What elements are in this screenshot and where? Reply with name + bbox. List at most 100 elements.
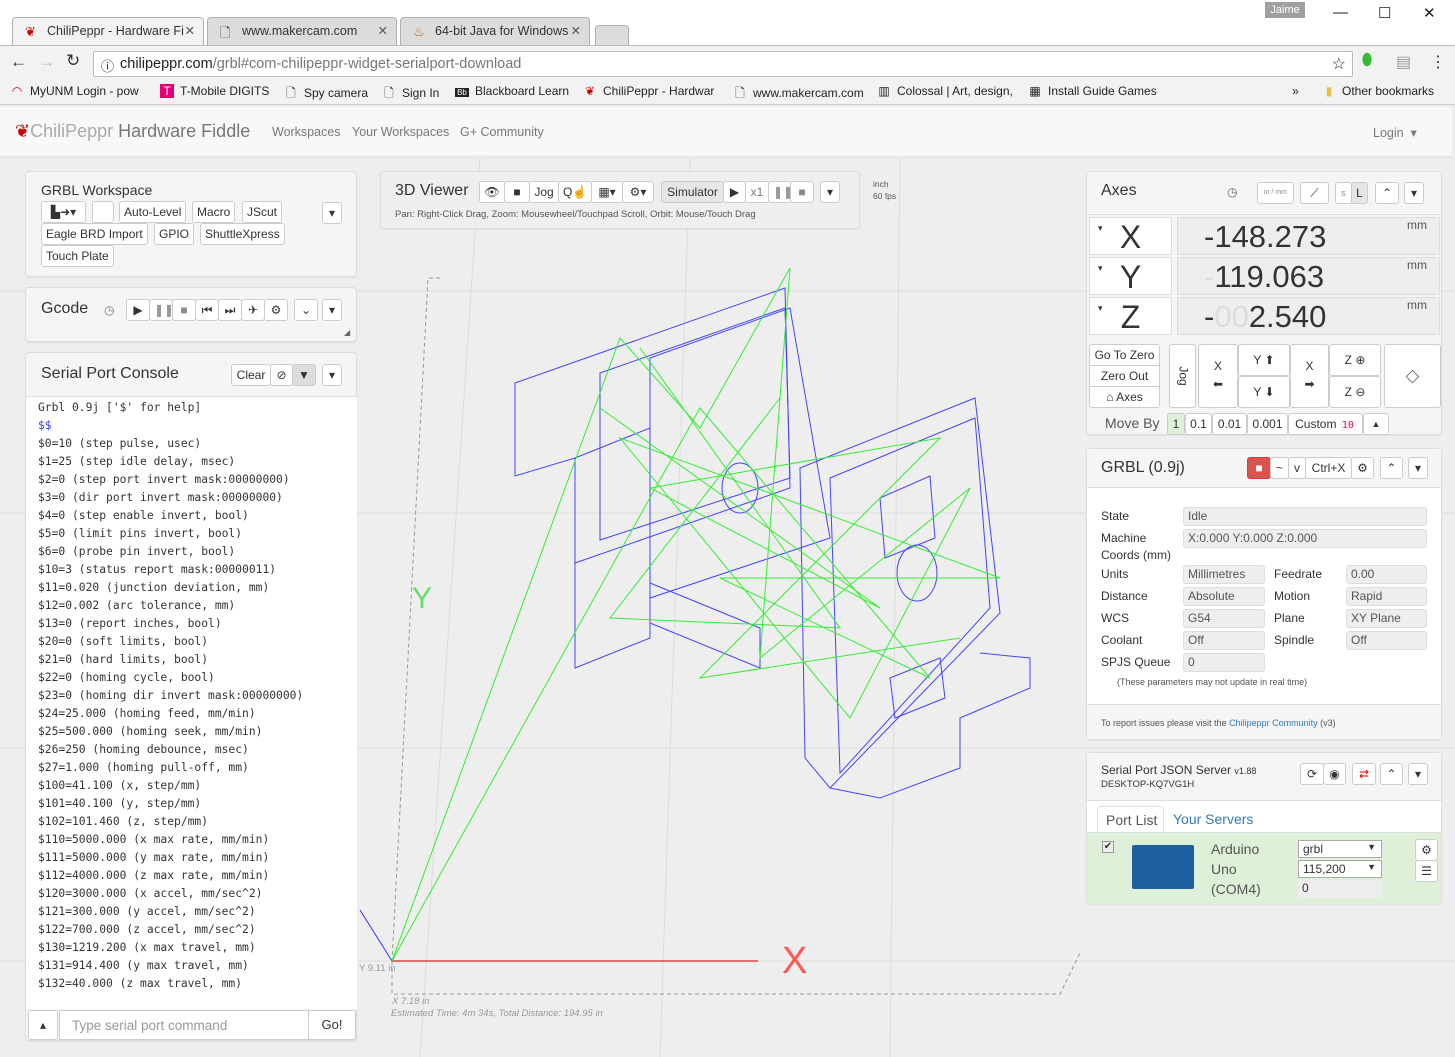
eagle-import-button[interactable]: Eagle BRD Import xyxy=(41,223,148,245)
bookmark-item[interactable]: 🗋 www.makercam.com xyxy=(733,84,864,105)
close-tab-icon[interactable]: ✕ xyxy=(185,23,195,38)
port-checkbox[interactable]: ✔ xyxy=(1102,841,1114,853)
step-1-button[interactable]: 1 xyxy=(1167,413,1185,435)
jog-toggle-button[interactable]: Jog xyxy=(1169,344,1196,408)
gcode-dropdown-icon[interactable]: ▾ xyxy=(322,299,342,321)
jscut-button[interactable]: JScut xyxy=(242,201,283,223)
feedhold-stop-icon[interactable]: ■ xyxy=(1247,457,1271,479)
pause-log-icon[interactable]: ⊘ xyxy=(270,364,293,386)
bookmark-item[interactable]: T T-Mobile DIGITS xyxy=(160,84,269,98)
touch-plate-button[interactable]: Touch Plate xyxy=(41,245,114,267)
reload-icon[interactable]: ↻ xyxy=(66,51,80,71)
connect-icon[interactable]: ◉ xyxy=(1323,763,1346,785)
tab-your-servers[interactable]: Your Servers xyxy=(1173,811,1253,827)
refresh-icon[interactable]: ⟳ xyxy=(1300,763,1324,785)
measure-icon[interactable]: ⟋ xyxy=(1300,182,1329,204)
workspace-dropdown-icon[interactable]: ▾ xyxy=(322,202,342,224)
jog-y-plus-button[interactable]: Y ⬆ xyxy=(1238,344,1290,376)
camera-icon[interactable]: ■ xyxy=(504,181,530,203)
bookmark-item[interactable]: 🗋 Spy camera xyxy=(284,84,368,105)
filter-icon[interactable]: ▼ xyxy=(292,364,316,386)
gpio-button[interactable]: GPIO xyxy=(154,223,195,245)
nav-your-workspaces[interactable]: Your Workspaces xyxy=(352,125,449,139)
macro-button[interactable]: Macro xyxy=(192,201,236,223)
measure-jog-icon[interactable]: ⬦ xyxy=(1384,344,1441,408)
menu-icon[interactable]: ⋮ xyxy=(1430,52,1446,72)
maximize-icon[interactable]: ☐ xyxy=(1378,4,1391,22)
large-size-button[interactable]: L xyxy=(1351,182,1368,204)
bookmark-item[interactable]: ◠ MyUNM Login - pow xyxy=(10,84,139,98)
small-size-button[interactable]: s xyxy=(1335,182,1352,204)
grbl-dropdown-icon[interactable]: ▾ xyxy=(1408,457,1428,479)
clear-button[interactable]: Clear xyxy=(231,364,271,386)
document-extension-icon[interactable]: ▤ xyxy=(1396,52,1411,72)
tab-makercam[interactable]: 🗋 www.makercam.com ✕ xyxy=(207,17,397,45)
gear-icon[interactable]: ⚙ xyxy=(1351,457,1374,479)
grid-menu-icon[interactable]: ▦▾ xyxy=(591,181,623,203)
gear-icon[interactable]: ⚙ xyxy=(264,299,288,321)
step-custom-button[interactable]: Custom 10 xyxy=(1288,413,1363,435)
play-icon[interactable]: ▶ xyxy=(723,181,746,203)
step-0.001-button[interactable]: 0.001 xyxy=(1247,413,1288,435)
tab-port-list[interactable]: Port List xyxy=(1097,806,1164,833)
axes-dropdown-icon[interactable]: ▾ xyxy=(1404,182,1424,204)
shuttlexpress-button[interactable]: ShuttleXpress xyxy=(200,223,285,245)
jog-z-plus-button[interactable]: Z ⊕ xyxy=(1329,344,1381,376)
stop-icon[interactable]: ■ xyxy=(172,299,196,321)
login-dropdown[interactable]: Login ▾ xyxy=(1373,125,1417,140)
close-tab-icon[interactable]: ✕ xyxy=(571,23,581,38)
port-console-icon[interactable]: ☰ xyxy=(1415,860,1438,882)
profile-badge[interactable]: Jaime xyxy=(1265,2,1305,18)
home-axes-button[interactable]: ⌂ Axes xyxy=(1089,386,1160,408)
axis-z-button[interactable]: ▾ Z xyxy=(1089,297,1172,335)
tab-java[interactable]: ♨ 64-bit Java for Windows ✕ xyxy=(400,17,590,45)
bookmark-star-icon[interactable]: ☆ xyxy=(1332,54,1346,74)
port-gear-icon[interactable]: ⚙ xyxy=(1415,839,1438,861)
play-icon[interactable]: ▶ xyxy=(126,299,150,321)
minimize-icon[interactable]: — xyxy=(1333,4,1348,21)
nav-workspaces[interactable]: Workspaces xyxy=(272,125,341,139)
brand-logo[interactable]: ❦ChiliPeppr Hardware Fiddle xyxy=(15,121,250,142)
serial-command-input[interactable]: Type serial port command xyxy=(59,1010,309,1040)
step-forward-icon[interactable]: ⏭ xyxy=(218,299,242,321)
version-button[interactable]: v xyxy=(1288,457,1306,479)
collapse-icon[interactable]: ⌄ xyxy=(294,299,318,321)
axis-x-button[interactable]: ▾ X xyxy=(1089,217,1172,255)
forward-icon[interactable]: → xyxy=(38,52,55,72)
settings-menu-icon[interactable]: ⚙▾ xyxy=(622,181,654,203)
bookmark-item[interactable]: Bb Blackboard Learn xyxy=(455,84,569,98)
other-bookmarks[interactable]: ▮ Other bookmarks xyxy=(1322,84,1434,98)
close-window-icon[interactable]: ✕ xyxy=(1423,4,1436,22)
spjs-dropdown-icon[interactable]: ▾ xyxy=(1408,763,1428,785)
stop-icon[interactable]: ■ xyxy=(790,181,814,203)
buffer-select[interactable]: grbl ▼ xyxy=(1298,840,1382,858)
extension-icon[interactable]: ⬮ xyxy=(1362,52,1372,70)
new-tab-button[interactable] xyxy=(595,25,629,45)
go-button[interactable]: Go! xyxy=(308,1010,356,1040)
resume-button[interactable]: ~ xyxy=(1270,457,1289,479)
dropdown-icon[interactable]: ▾ xyxy=(820,181,840,203)
import-export-icon[interactable]: ▙➜▾ xyxy=(41,201,86,223)
bookmark-item[interactable]: ▥ Colossal | Art, design, xyxy=(877,84,1013,98)
jog-x-plus-button[interactable]: X ➡ xyxy=(1290,344,1329,408)
bookmark-item[interactable]: 🗋 Sign In xyxy=(382,84,439,105)
axis-y-button[interactable]: ▾ Y xyxy=(1089,257,1172,295)
reset-button[interactable]: Ctrl+X xyxy=(1305,457,1352,479)
url-input[interactable]: ⓘ chilipeppr.com/grbl#com-chilipeppr-widg… xyxy=(93,51,1353,77)
plane-icon[interactable]: ✈ xyxy=(241,299,265,321)
simulator-button[interactable]: Simulator xyxy=(661,181,724,203)
nav-community[interactable]: G+ Community xyxy=(460,125,544,139)
zoom-pan-icon[interactable]: Q☝ xyxy=(558,181,592,203)
step-0.1-button[interactable]: 0.1 xyxy=(1185,413,1212,435)
community-link[interactable]: Chilipeppr Community xyxy=(1229,718,1318,728)
close-tab-icon[interactable]: ✕ xyxy=(378,23,388,38)
blank-button[interactable] xyxy=(92,201,114,223)
collapse-up-icon[interactable]: ⌃ xyxy=(1375,182,1399,204)
pause-icon[interactable]: ❚❚ xyxy=(149,299,174,321)
pause-icon[interactable]: ❚❚ xyxy=(768,181,793,203)
bookmark-item[interactable]: ❦ ChiliPeppr - Hardwar xyxy=(583,84,714,98)
jog-x-minus-button[interactable]: X ⬅ xyxy=(1198,344,1238,408)
step-back-icon[interactable]: ⏮ xyxy=(195,299,219,321)
jog-y-minus-button[interactable]: Y ⬇ xyxy=(1238,376,1290,408)
jog-z-minus-button[interactable]: Z ⊖ xyxy=(1329,376,1381,408)
